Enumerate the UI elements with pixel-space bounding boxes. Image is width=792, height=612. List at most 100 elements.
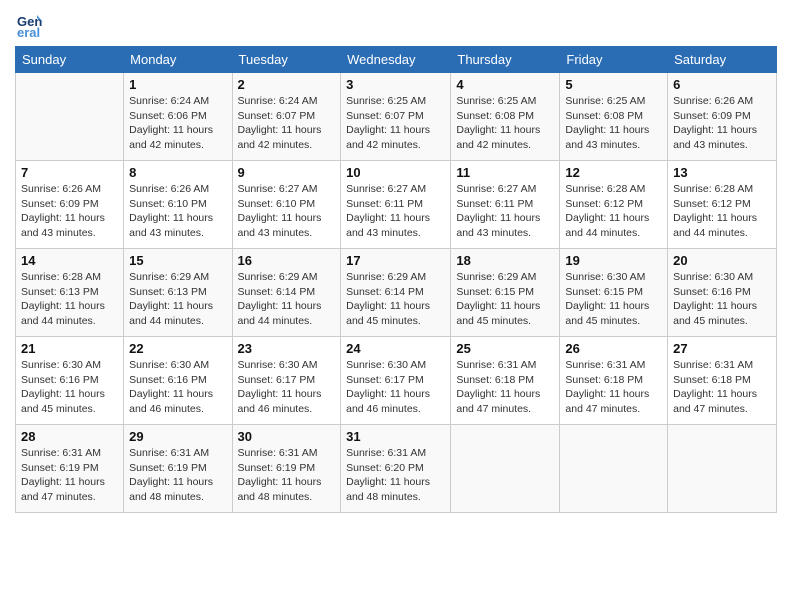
day-number: 19 [565,253,662,268]
day-info: Sunrise: 6:28 AM Sunset: 6:12 PM Dayligh… [565,182,662,241]
day-cell: 11 Sunrise: 6:27 AM Sunset: 6:11 PM Dayli… [451,161,560,249]
day-cell: 16 Sunrise: 6:29 AM Sunset: 6:14 PM Dayli… [232,249,341,337]
day-info: Sunrise: 6:30 AM Sunset: 6:16 PM Dayligh… [129,358,226,417]
day-number: 26 [565,341,662,356]
day-cell: 6 Sunrise: 6:26 AM Sunset: 6:09 PM Daylig… [668,73,777,161]
day-cell: 10 Sunrise: 6:27 AM Sunset: 6:11 PM Dayli… [341,161,451,249]
page: Gen eral SundayMondayTuesdayWednesdayThu… [0,0,792,612]
day-cell [668,425,777,513]
day-number: 25 [456,341,554,356]
day-number: 1 [129,77,226,92]
day-number: 10 [346,165,445,180]
day-info: Sunrise: 6:28 AM Sunset: 6:12 PM Dayligh… [673,182,771,241]
day-number: 7 [21,165,118,180]
day-cell [16,73,124,161]
day-number: 30 [238,429,336,444]
logo: Gen eral [15,10,47,38]
day-info: Sunrise: 6:30 AM Sunset: 6:17 PM Dayligh… [346,358,445,417]
day-cell: 21 Sunrise: 6:30 AM Sunset: 6:16 PM Dayli… [16,337,124,425]
day-number: 20 [673,253,771,268]
day-number: 17 [346,253,445,268]
day-info: Sunrise: 6:26 AM Sunset: 6:09 PM Dayligh… [21,182,118,241]
week-row-4: 21 Sunrise: 6:30 AM Sunset: 6:16 PM Dayli… [16,337,777,425]
day-info: Sunrise: 6:31 AM Sunset: 6:18 PM Dayligh… [673,358,771,417]
day-number: 15 [129,253,226,268]
day-cell: 28 Sunrise: 6:31 AM Sunset: 6:19 PM Dayli… [16,425,124,513]
day-number: 28 [21,429,118,444]
day-header-wednesday: Wednesday [341,47,451,73]
day-cell: 5 Sunrise: 6:25 AM Sunset: 6:08 PM Daylig… [560,73,668,161]
day-info: Sunrise: 6:26 AM Sunset: 6:10 PM Dayligh… [129,182,226,241]
day-number: 24 [346,341,445,356]
day-cell: 30 Sunrise: 6:31 AM Sunset: 6:19 PM Dayli… [232,425,341,513]
day-info: Sunrise: 6:25 AM Sunset: 6:08 PM Dayligh… [456,94,554,153]
week-row-1: 1 Sunrise: 6:24 AM Sunset: 6:06 PM Daylig… [16,73,777,161]
day-number: 21 [21,341,118,356]
day-cell: 18Sunrise: 6:29 AM Sunset: 6:15 PM Dayli… [451,249,560,337]
day-header-sunday: Sunday [16,47,124,73]
day-info: Sunrise: 6:31 AM Sunset: 6:19 PM Dayligh… [21,446,118,505]
day-number: 9 [238,165,336,180]
day-cell: 3 Sunrise: 6:25 AM Sunset: 6:07 PM Daylig… [341,73,451,161]
day-info: Sunrise: 6:27 AM Sunset: 6:11 PM Dayligh… [456,182,554,241]
logo-icon: Gen eral [15,10,43,38]
day-info: Sunrise: 6:27 AM Sunset: 6:11 PM Dayligh… [346,182,445,241]
day-header-thursday: Thursday [451,47,560,73]
day-info: Sunrise: 6:29 AM Sunset: 6:14 PM Dayligh… [346,270,445,329]
day-info: Sunrise: 6:29 AM Sunset: 6:13 PM Dayligh… [129,270,226,329]
day-info: Sunrise: 6:24 AM Sunset: 6:06 PM Dayligh… [129,94,226,153]
day-info: Sunrise: 6:28 AM Sunset: 6:13 PM Dayligh… [21,270,118,329]
day-info: Sunrise: 6:31 AM Sunset: 6:18 PM Dayligh… [456,358,554,417]
day-info: Sunrise: 6:30 AM Sunset: 6:15 PM Dayligh… [565,270,662,329]
day-info: Sunrise: 6:25 AM Sunset: 6:07 PM Dayligh… [346,94,445,153]
days-header-row: SundayMondayTuesdayWednesdayThursdayFrid… [16,47,777,73]
day-info: Sunrise: 6:30 AM Sunset: 6:16 PM Dayligh… [673,270,771,329]
day-cell: 25 Sunrise: 6:31 AM Sunset: 6:18 PM Dayli… [451,337,560,425]
day-cell [560,425,668,513]
day-cell: 19 Sunrise: 6:30 AM Sunset: 6:15 PM Dayli… [560,249,668,337]
day-info: Sunrise: 6:30 AM Sunset: 6:16 PM Dayligh… [21,358,118,417]
day-number: 14 [21,253,118,268]
day-cell: 23 Sunrise: 6:30 AM Sunset: 6:17 PM Dayli… [232,337,341,425]
day-header-friday: Friday [560,47,668,73]
day-number: 4 [456,77,554,92]
day-number: 3 [346,77,445,92]
day-info: Sunrise: 6:25 AM Sunset: 6:08 PM Dayligh… [565,94,662,153]
day-info: Sunrise: 6:30 AM Sunset: 6:17 PM Dayligh… [238,358,336,417]
day-info: Sunrise: 6:26 AM Sunset: 6:09 PM Dayligh… [673,94,771,153]
header: Gen eral [15,10,777,38]
day-cell: 29 Sunrise: 6:31 AM Sunset: 6:19 PM Dayli… [124,425,232,513]
day-header-monday: Monday [124,47,232,73]
week-row-5: 28 Sunrise: 6:31 AM Sunset: 6:19 PM Dayli… [16,425,777,513]
day-info: Sunrise: 6:24 AM Sunset: 6:07 PM Dayligh… [238,94,336,153]
day-info: Sunrise: 6:27 AM Sunset: 6:10 PM Dayligh… [238,182,336,241]
day-number: 18 [456,253,554,268]
day-number: 5 [565,77,662,92]
day-cell: 22 Sunrise: 6:30 AM Sunset: 6:16 PM Dayli… [124,337,232,425]
day-cell: 8Sunrise: 6:26 AM Sunset: 6:10 PM Daylig… [124,161,232,249]
day-info: Sunrise: 6:29 AM Sunset: 6:14 PM Dayligh… [238,270,336,329]
day-number: 2 [238,77,336,92]
day-number: 12 [565,165,662,180]
day-number: 6 [673,77,771,92]
day-cell: 31 Sunrise: 6:31 AM Sunset: 6:20 PM Dayli… [341,425,451,513]
day-cell: 15 Sunrise: 6:29 AM Sunset: 6:13 PM Dayli… [124,249,232,337]
day-cell: 4 Sunrise: 6:25 AM Sunset: 6:08 PM Daylig… [451,73,560,161]
day-cell: 2 Sunrise: 6:24 AM Sunset: 6:07 PM Daylig… [232,73,341,161]
week-row-2: 7 Sunrise: 6:26 AM Sunset: 6:09 PM Daylig… [16,161,777,249]
day-number: 11 [456,165,554,180]
day-number: 23 [238,341,336,356]
day-number: 31 [346,429,445,444]
day-info: Sunrise: 6:31 AM Sunset: 6:19 PM Dayligh… [238,446,336,505]
day-number: 13 [673,165,771,180]
day-info: Sunrise: 6:31 AM Sunset: 6:20 PM Dayligh… [346,446,445,505]
day-cell: 1 Sunrise: 6:24 AM Sunset: 6:06 PM Daylig… [124,73,232,161]
day-cell: 27Sunrise: 6:31 AM Sunset: 6:18 PM Dayli… [668,337,777,425]
day-cell: 13 Sunrise: 6:28 AM Sunset: 6:12 PM Dayli… [668,161,777,249]
day-number: 22 [129,341,226,356]
day-number: 16 [238,253,336,268]
day-number: 29 [129,429,226,444]
day-info: Sunrise: 6:31 AM Sunset: 6:19 PM Dayligh… [129,446,226,505]
day-cell: 14 Sunrise: 6:28 AM Sunset: 6:13 PM Dayli… [16,249,124,337]
week-row-3: 14 Sunrise: 6:28 AM Sunset: 6:13 PM Dayli… [16,249,777,337]
